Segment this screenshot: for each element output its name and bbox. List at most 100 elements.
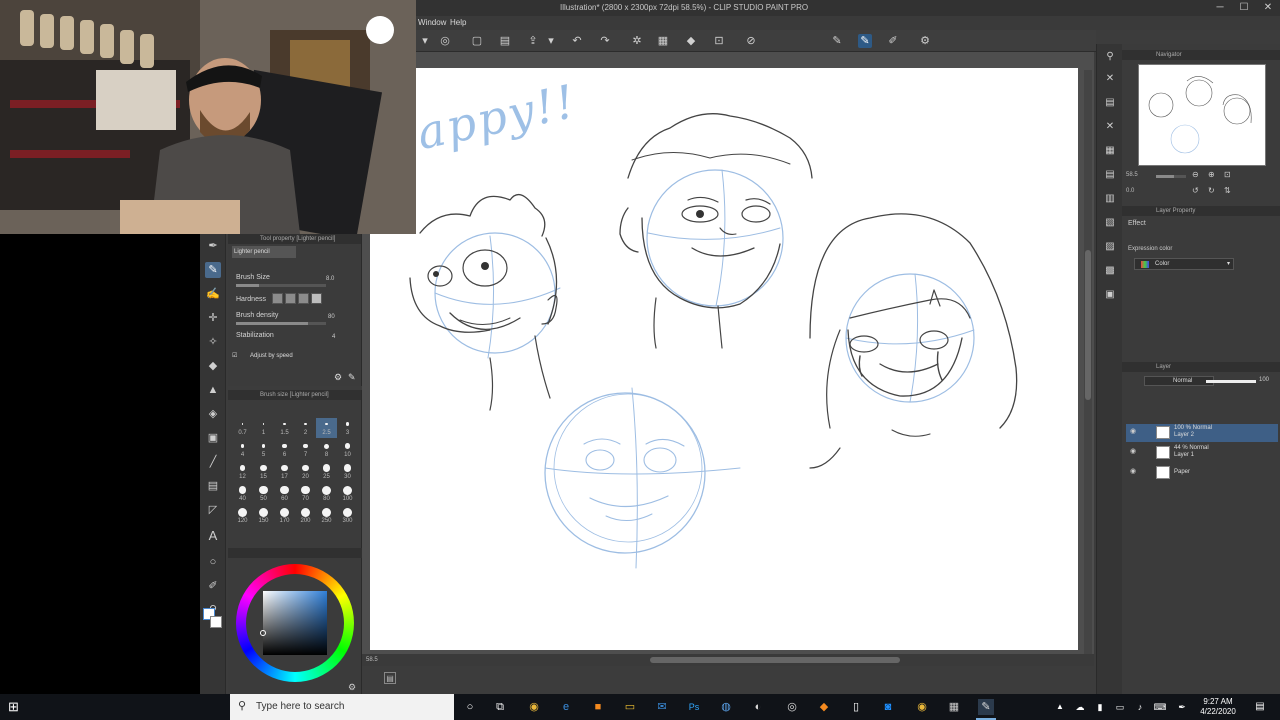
transform-icon[interactable]: ⊡	[712, 34, 726, 48]
ruler-icon[interactable]: ◸	[205, 502, 221, 518]
material-icon[interactable]: ▦	[1103, 144, 1117, 158]
brush-size-option[interactable]: 15	[253, 462, 274, 482]
app-icon-3[interactable]: ◆	[816, 699, 832, 715]
chevron-down-icon[interactable]: ▾	[418, 34, 432, 48]
tool-tab[interactable]: Lighter pencil	[232, 246, 296, 258]
file-explorer-icon[interactable]: ▭	[622, 699, 638, 715]
opacity-value[interactable]: 100	[1259, 377, 1269, 383]
canvas-area[interactable]: appy!!	[362, 52, 1094, 666]
pen-mode-icon[interactable]: ✎	[830, 34, 844, 48]
gradient-icon[interactable]: ▣	[205, 430, 221, 446]
zoom-readout[interactable]: 58.5	[366, 657, 378, 663]
brush-size-option[interactable]: 8	[316, 440, 337, 460]
new-file-icon[interactable]: ▢	[470, 34, 484, 48]
brush-size-option[interactable]: 200	[295, 506, 316, 526]
windows-start-icon[interactable]: ⊞	[8, 700, 22, 714]
globe-icon[interactable]: ◍	[718, 699, 734, 715]
rotate-right-icon[interactable]: ↻	[1208, 186, 1215, 195]
hardness-option-2[interactable]	[285, 293, 296, 304]
usb-icon[interactable]: ▮	[1092, 699, 1108, 715]
open-folder-icon[interactable]: ▤	[498, 34, 512, 48]
eraser-line-icon[interactable]: ✐	[886, 34, 900, 48]
material-search-icon[interactable]: ▩	[1103, 264, 1117, 278]
zoom-in-icon[interactable]: ⊕	[1208, 170, 1215, 179]
selection-icon[interactable]: ✲	[630, 34, 644, 48]
brush-density-slider[interactable]	[236, 322, 326, 325]
eye-icon[interactable]: ◉	[1130, 467, 1136, 475]
expression-color-select[interactable]: Color ▾	[1134, 258, 1234, 270]
pen-tray-icon[interactable]: ✒	[1174, 699, 1190, 715]
frame-icon[interactable]: ▤	[205, 478, 221, 494]
brush-size-option[interactable]: 3	[337, 418, 358, 438]
brush-size-option[interactable]: 2.5	[316, 418, 337, 438]
brush-size-option[interactable]: 30	[337, 462, 358, 482]
edge-icon[interactable]: e	[558, 699, 574, 715]
clip-studio-icon[interactable]: ◎	[438, 34, 452, 48]
close-button[interactable]: ✕	[1256, 0, 1280, 16]
brush-size-slider[interactable]	[236, 284, 326, 287]
eye-icon[interactable]: ◉	[1130, 447, 1136, 455]
brush-size-option[interactable]: 20	[295, 462, 316, 482]
hardness-option-4[interactable]	[311, 293, 322, 304]
brush-density-value[interactable]: 80	[328, 314, 335, 320]
close-icon[interactable]: ✕	[1103, 72, 1117, 86]
text-icon[interactable]: A	[205, 528, 221, 544]
balloon-icon[interactable]: ○	[205, 554, 221, 570]
blend-mode-select[interactable]: Normal	[1144, 376, 1214, 386]
brush-size-option[interactable]: 2	[295, 418, 316, 438]
fill-icon[interactable]: ◆	[684, 34, 698, 48]
brush-size-option[interactable]: 5	[253, 440, 274, 460]
eye-icon[interactable]: ◉	[1130, 427, 1136, 435]
sub-view-icon[interactable]: ▧	[1103, 216, 1117, 230]
layer-row[interactable]: ◉ Paper	[1126, 464, 1278, 482]
brush-size-option[interactable]: 50	[253, 484, 274, 504]
system-clock[interactable]: 9:27 AM 4/22/2020	[1196, 697, 1240, 717]
pencil-icon[interactable]: ✎	[205, 262, 221, 278]
fit-icon[interactable]: ⊡	[1224, 170, 1231, 179]
save-icon[interactable]: ⇪	[526, 34, 540, 48]
cloud-icon[interactable]: ☁	[1072, 699, 1088, 715]
brush-size-option[interactable]: 80	[316, 484, 337, 504]
color-set-icon[interactable]: ▨	[1103, 240, 1117, 254]
cortana-icon[interactable]: ○	[462, 699, 478, 715]
brush-size-option[interactable]: 60	[274, 484, 295, 504]
vertical-scrollbar[interactable]	[1084, 70, 1092, 660]
rotate-left-icon[interactable]: ↺	[1192, 186, 1199, 195]
chevron-down-icon[interactable]: ▾	[544, 34, 558, 48]
brush-size-option[interactable]: 170	[274, 506, 295, 526]
minimize-button[interactable]: ─	[1208, 0, 1232, 16]
undo-icon[interactable]: ↶	[570, 34, 584, 48]
navigator-zoom[interactable]: 58.5	[1126, 172, 1138, 178]
hardness-option-1[interactable]	[272, 293, 283, 304]
layer-row[interactable]: ◉ 100 % Normal Layer 2	[1126, 424, 1278, 442]
chrome-icon-2[interactable]: ◉	[914, 699, 930, 715]
pencil-mode-icon[interactable]: ✎	[858, 34, 872, 48]
brush-size-option[interactable]: 120	[232, 506, 253, 526]
app-icon-5[interactable]: ▦	[946, 699, 962, 715]
settings-icon[interactable]: ⚙	[348, 682, 356, 693]
move-icon[interactable]: ✛	[205, 310, 221, 326]
brush-size-option[interactable]: 12	[232, 462, 253, 482]
history-icon[interactable]: ▥	[1103, 192, 1117, 206]
wrench-icon[interactable]: ✎	[348, 372, 356, 383]
search-icon[interactable]: ⚲	[1103, 50, 1117, 64]
layer-row[interactable]: ◉ 44 % Normal Layer 1	[1126, 444, 1278, 462]
brush-size-option[interactable]: 25	[316, 462, 337, 482]
brush-size-option[interactable]: 7	[295, 440, 316, 460]
clip-studio-taskbar-icon[interactable]: ✎	[978, 699, 994, 715]
settings-brush-icon[interactable]: ⚙	[918, 34, 932, 48]
opacity-slider[interactable]	[1206, 380, 1256, 383]
brush-size-option[interactable]: 1	[253, 418, 274, 438]
navigator-rotation[interactable]: 0.0	[1126, 188, 1134, 194]
color-picker-cursor[interactable]	[260, 630, 266, 636]
app-icon-2[interactable]: ◐	[750, 699, 766, 715]
brush-size-option[interactable]: 150	[253, 506, 274, 526]
pen-icon[interactable]: ✒	[205, 238, 221, 254]
settings-icon[interactable]: ⚙	[334, 372, 342, 383]
brush-size-value[interactable]: 8.0	[326, 276, 334, 282]
auto-action-icon[interactable]: ▣	[1103, 288, 1117, 302]
brush-size-option[interactable]: 6	[274, 440, 295, 460]
redo-icon[interactable]: ↷	[598, 34, 612, 48]
drawing-canvas[interactable]: appy!!	[370, 68, 1078, 650]
notification-icon[interactable]: ▤	[1252, 699, 1268, 715]
